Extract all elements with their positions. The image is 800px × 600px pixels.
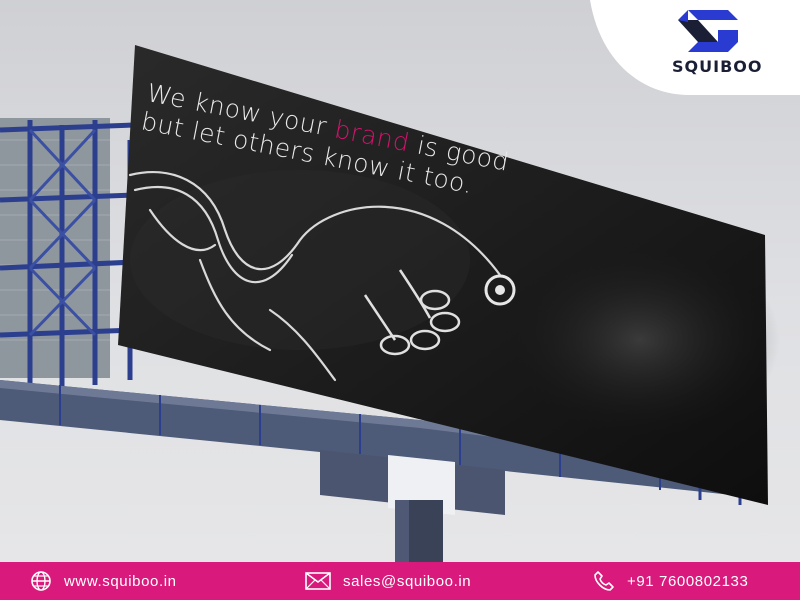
website-link[interactable]: www.squiboo.in: [64, 573, 177, 590]
envelope-icon: [305, 572, 331, 590]
logo-area: SQUIBOO: [580, 0, 800, 95]
website-item[interactable]: www.squiboo.in: [30, 562, 177, 600]
brand-name: SQUIBOO: [672, 57, 763, 76]
phone-icon: [594, 571, 614, 591]
squiboo-logo-icon: [678, 10, 738, 52]
globe-icon: [31, 571, 51, 591]
email-item[interactable]: sales@squiboo.in: [305, 562, 471, 600]
billboard-photo: We know your brand is good but let other…: [0, 0, 800, 562]
email-link[interactable]: sales@squiboo.in: [343, 573, 471, 590]
phone-number[interactable]: +91 7600802133: [627, 573, 748, 590]
phone-item[interactable]: +91 7600802133: [593, 562, 748, 600]
contact-footer: www.squiboo.in sales@squiboo.in +91 7600…: [0, 562, 800, 600]
